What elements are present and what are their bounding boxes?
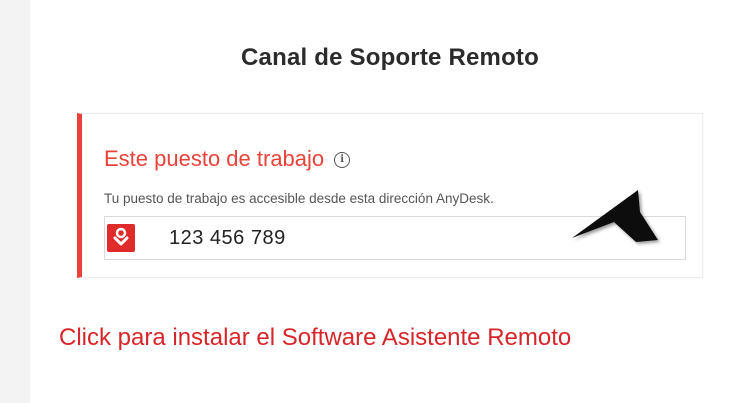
card-description: Tu puesto de trabajo es accesible desde … <box>104 191 494 206</box>
arrow-pointer-icon <box>572 190 658 242</box>
info-icon[interactable]: i <box>334 152 351 168</box>
page: Canal de Soporte Remoto Este puesto de t… <box>0 0 750 403</box>
page-title: Canal de Soporte Remoto <box>241 44 539 71</box>
anydesk-address: 123 456 789 <box>169 227 286 249</box>
anydesk-logo-icon <box>107 224 135 252</box>
card-heading: Este puesto de trabajo i <box>104 146 351 172</box>
card-heading-text: Este puesto de trabajo <box>104 146 325 171</box>
install-software-link[interactable]: Click para instalar el Software Asistent… <box>59 324 571 352</box>
